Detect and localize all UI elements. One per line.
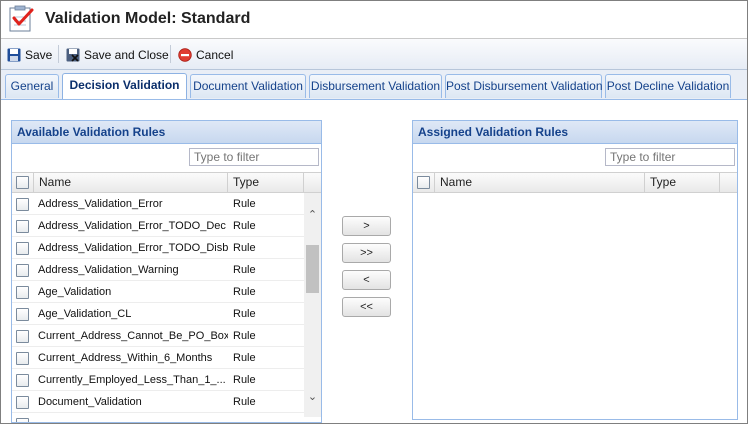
rule-name: Address_Validation_Error: [38, 198, 163, 210]
table-row[interactable]: Address_Validation_Warning Rule: [12, 259, 304, 281]
select-all-checkbox[interactable]: [417, 176, 430, 189]
row-checkbox[interactable]: [16, 286, 29, 299]
rule-type: Rule: [233, 352, 256, 364]
rule-type: Rule: [233, 286, 256, 298]
table-row[interactable]: Address_Validation_Error_TODO_Dec Rule: [12, 215, 304, 237]
tab-decision-validation[interactable]: Decision Validation: [62, 73, 187, 99]
rule-type: Rule: [233, 220, 256, 232]
validation-model-window: Validation Model: Standard Save Save and…: [0, 0, 748, 424]
rule-name: Address_Validation_Warning: [38, 264, 179, 276]
column-name[interactable]: Name: [34, 173, 228, 192]
row-checkbox[interactable]: [16, 418, 29, 422]
floppy-disk-icon: [7, 48, 21, 62]
table-row[interactable]: Age_Validation Rule: [12, 281, 304, 303]
toolbar-divider: [58, 45, 59, 63]
row-checkbox[interactable]: [16, 330, 29, 343]
tab-disbursement-validation[interactable]: Disbursement Validation: [309, 74, 442, 98]
rule-name: Address_Validation_Error_TODO_Disb: [38, 242, 228, 254]
assigned-filter-input[interactable]: [605, 148, 735, 166]
available-rules-header: Available Validation Rules: [12, 121, 321, 144]
rule-name: Document_Validation: [38, 396, 142, 408]
table-row[interactable]: Address_Validation_Error Rule: [12, 193, 304, 215]
column-type[interactable]: Type: [645, 173, 720, 192]
rule-name: Current_Address_Cannot_Be_PO_Box: [38, 330, 228, 342]
tab-post-disbursement-validation[interactable]: Post Disbursement Validation: [445, 74, 603, 98]
rule-name: Currently_Employed_Less_Than_1_...: [38, 374, 226, 386]
table-row[interactable]: Age_Validation_CL Rule: [12, 303, 304, 325]
cancel-button[interactable]: Cancel: [178, 46, 233, 64]
column-name[interactable]: Name: [435, 173, 645, 192]
tab-document-validation[interactable]: Document Validation: [190, 74, 306, 98]
save-close-icon: [66, 48, 80, 62]
row-checkbox[interactable]: [16, 374, 29, 387]
row-checkbox[interactable]: [16, 220, 29, 233]
scrollbar-thumb[interactable]: [306, 245, 319, 293]
cancel-icon: [178, 48, 192, 62]
tab-strip: General Decision Validation Document Val…: [1, 70, 747, 100]
assigned-rules-header: Assigned Validation Rules: [413, 121, 737, 144]
table-row[interactable]: Document_Validation Rule: [12, 391, 304, 413]
assigned-rules-list: [413, 193, 737, 419]
tab-general[interactable]: General: [5, 74, 59, 98]
row-checkbox[interactable]: [16, 308, 29, 321]
available-scrollbar[interactable]: ⌃ ⌄: [304, 193, 321, 417]
page-title: Validation Model: Standard: [45, 10, 251, 27]
assigned-rules-panel: Assigned Validation Rules Name Type: [412, 120, 738, 420]
title-bar: Validation Model: Standard: [1, 1, 747, 39]
table-row[interactable]: [12, 413, 304, 422]
scroll-up-icon[interactable]: ⌃: [304, 207, 321, 224]
select-all-checkbox[interactable]: [16, 176, 29, 189]
rule-type: Rule: [233, 198, 256, 210]
rule-name: Address_Validation_Error_TODO_Dec: [38, 220, 226, 232]
assigned-column-header: Name Type: [413, 172, 737, 193]
save-and-close-label: Save and Close: [84, 48, 169, 62]
row-checkbox[interactable]: [16, 352, 29, 365]
column-type[interactable]: Type: [228, 173, 304, 192]
rule-name: Age_Validation: [38, 286, 112, 298]
table-row[interactable]: Current_Address_Within_6_Months Rule: [12, 347, 304, 369]
select-all-cell: [12, 173, 34, 192]
row-checkbox[interactable]: [16, 396, 29, 409]
table-row[interactable]: Address_Validation_Error_TODO_Disb Rule: [12, 237, 304, 259]
rule-type: Rule: [233, 242, 256, 254]
cancel-label: Cancel: [196, 48, 234, 62]
rule-type: Rule: [233, 396, 256, 408]
remove-all-button[interactable]: <<: [342, 297, 391, 317]
row-checkbox[interactable]: [16, 198, 29, 211]
save-and-close-button[interactable]: Save and Close: [66, 46, 169, 64]
toolbar: Save Save and Close Cancel: [1, 39, 747, 70]
rule-type: Rule: [233, 374, 256, 386]
toolbar-divider: [170, 45, 171, 63]
checklist-icon: [9, 5, 34, 32]
table-row[interactable]: Currently_Employed_Less_Than_1_... Rule: [12, 369, 304, 391]
rule-type: Rule: [233, 308, 256, 320]
save-button[interactable]: Save: [7, 46, 52, 64]
row-checkbox[interactable]: [16, 242, 29, 255]
row-checkbox[interactable]: [16, 264, 29, 277]
table-row[interactable]: Current_Address_Cannot_Be_PO_Box Rule: [12, 325, 304, 347]
save-label: Save: [25, 48, 53, 62]
rule-name: Age_Validation_CL: [38, 308, 132, 320]
add-selected-button[interactable]: >: [342, 216, 391, 236]
rule-type: Rule: [233, 330, 256, 342]
tab-post-decline-validation[interactable]: Post Decline Validation: [605, 74, 731, 98]
rule-name: Current_Address_Within_6_Months: [38, 352, 213, 364]
scroll-down-icon[interactable]: ⌄: [304, 389, 321, 406]
select-all-cell: [413, 173, 435, 192]
available-filter-input[interactable]: [189, 148, 319, 166]
available-rules-panel: Available Validation Rules Name Type Add…: [11, 120, 322, 423]
available-column-header: Name Type: [12, 172, 321, 193]
rule-type: Rule: [233, 264, 256, 276]
add-all-button[interactable]: >>: [342, 243, 391, 263]
remove-selected-button[interactable]: <: [342, 270, 391, 290]
available-rules-list: Address_Validation_Error Rule Address_Vali…: [12, 193, 304, 422]
